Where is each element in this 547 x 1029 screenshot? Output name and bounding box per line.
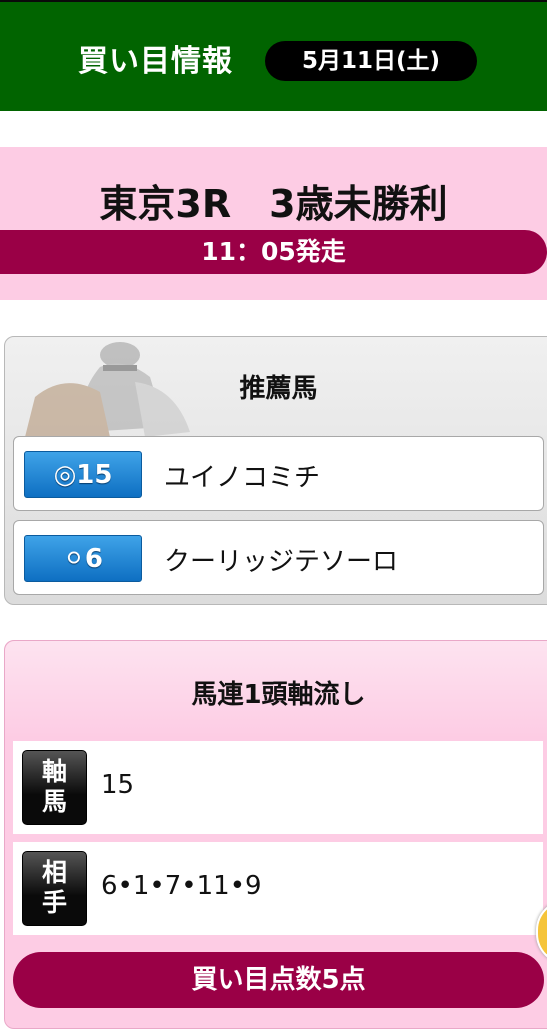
horse-mark-badge: ⚪6: [24, 535, 142, 582]
axis-horse-row: 軸 馬 15: [13, 741, 543, 834]
bet-panel: 馬連1頭軸流し 軸 馬 15 相 手 6•1•7•11•9 買い目点数5点: [4, 640, 547, 1029]
role-label-top: 相: [41, 858, 67, 887]
partner-horses-row: 相 手 6•1•7•11•9: [13, 842, 543, 935]
role-label-bottom: 手: [41, 888, 67, 917]
horse-name: クーリッジテソーロ: [164, 547, 399, 577]
start-time-label: 11：05発走: [201, 237, 346, 266]
date-badge: 5月11日(土): [265, 41, 477, 81]
horse-name: ユイノコミチ: [164, 463, 321, 493]
recommended-horse-row[interactable]: ⚪6 クーリッジテソーロ: [13, 520, 544, 595]
page-title: 買い目情報: [78, 44, 233, 79]
partner-horses-value: 6•1•7•11•9: [101, 871, 262, 901]
bet-header: 馬連1頭軸流し: [5, 641, 547, 739]
recommended-horses-panel: 推薦馬 ◎15 ユイノコミチ ⚪6 クーリッジテソーロ: [4, 336, 547, 605]
role-label-box: 相 手: [22, 851, 87, 926]
recommended-horse-row[interactable]: ◎15 ユイノコミチ: [13, 436, 544, 511]
role-label-box: 軸 馬: [22, 750, 87, 825]
axis-horse-value: 15: [101, 770, 135, 800]
race-title: 東京3R 3歳未勝利: [99, 182, 448, 226]
bet-type-heading: 馬連1頭軸流し: [191, 680, 366, 710]
role-label-top: 軸: [41, 757, 67, 786]
role-label-bottom: 馬: [41, 787, 67, 816]
app-header: 買い目情報 5月11日(土): [0, 0, 547, 111]
recommended-heading: 推薦馬: [239, 374, 318, 404]
horse-mark-badge: ◎15: [24, 451, 142, 498]
start-time-bar: 11：05発走: [0, 230, 547, 274]
bet-points-button[interactable]: 買い目点数5点: [13, 952, 544, 1008]
race-info-panel: 東京3R 3歳未勝利 11：05発走: [0, 147, 547, 300]
